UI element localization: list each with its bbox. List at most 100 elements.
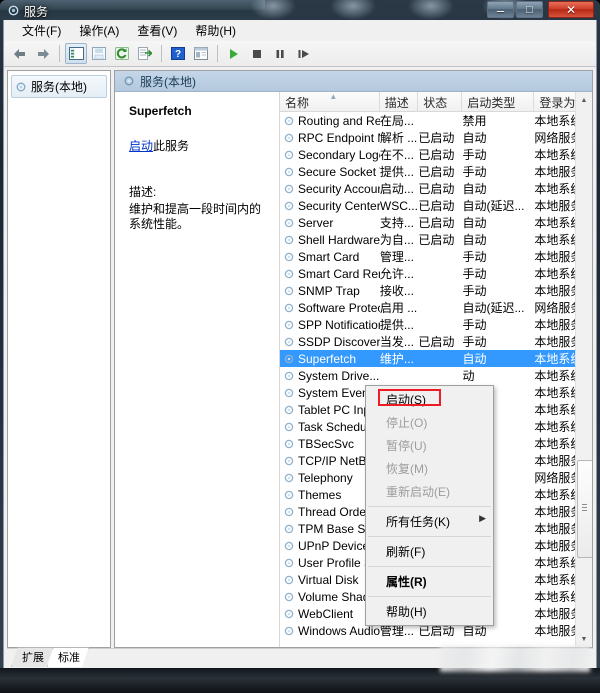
cell-startup: 手动 xyxy=(462,284,487,298)
cell-name: Shell Hardware ... xyxy=(280,233,380,247)
cell-desc: 解析 ... xyxy=(379,131,418,145)
vertical-scrollbar[interactable]: ▲ ▼ xyxy=(575,92,592,647)
scrollbar-grip-icon xyxy=(582,504,587,511)
service-gear-icon xyxy=(284,167,294,176)
start-service-icon[interactable] xyxy=(223,43,245,64)
export-list-icon[interactable] xyxy=(134,43,156,64)
table-row[interactable]: Security Account...启动...已启动自动本地系统 xyxy=(280,180,592,197)
table-row[interactable]: Routing and Re...在局...禁用本地系统 xyxy=(280,112,592,129)
cell-name: Smart Card xyxy=(280,250,380,264)
context-menu-label: 恢复(M) xyxy=(386,462,428,476)
column-header-desc[interactable]: 描述 xyxy=(380,92,419,111)
properties-icon[interactable] xyxy=(190,43,212,64)
table-row[interactable]: Software Protect...启用 ...自动(延迟...网络服务 xyxy=(280,299,592,316)
context-menu[interactable]: 启动(S) 停止(O) 暂停(U) 恢复(M) 重新启动(E) 所有任务(K) ▶ 刷新(F)… xyxy=(365,385,494,626)
scroll-up-button[interactable]: ▲ xyxy=(576,92,592,108)
scrollbar-thumb[interactable] xyxy=(577,460,592,558)
service-gear-icon xyxy=(284,269,294,278)
table-row[interactable]: Security Center WSC... 已启动 自动(延迟... 本地服务 xyxy=(280,197,592,214)
context-properties[interactable]: 属性(R) xyxy=(366,570,493,593)
maximize-icon: □ xyxy=(526,4,533,16)
table-row[interactable]: Secure Socket T...提供...已启动手动本地服务 xyxy=(280,163,592,180)
back-arrow-icon[interactable] xyxy=(9,43,31,64)
cell-startup: 自动 xyxy=(462,352,487,366)
menu-help[interactable]: 帮助(H) xyxy=(186,20,245,41)
context-menu-label: 所有任务(K) xyxy=(386,515,450,529)
context-menu-label: 重新启动(E) xyxy=(386,485,450,499)
service-name-label: System Drive... xyxy=(298,368,380,383)
context-start[interactable]: 启动(S) xyxy=(366,388,493,411)
help-icon[interactable]: ? xyxy=(167,43,189,64)
submenu-arrow-icon: ▶ xyxy=(479,513,486,523)
tree-item-label: 服务(本地) xyxy=(31,80,87,94)
split-container: 服务(本地) 服务(本地) Superfetch 启动此服务 描述: 维护和提高… xyxy=(4,67,596,669)
close-button[interactable]: ✕ xyxy=(548,1,594,18)
toolbar-separator xyxy=(217,45,218,62)
cell-desc: 提供... xyxy=(379,165,414,179)
cell-startup: 手动 xyxy=(462,335,487,349)
service-name-label: TBSecSvc xyxy=(298,436,355,451)
table-row[interactable]: SNMP Trap 接收... 手动 本地服务 xyxy=(280,282,592,299)
service-gear-icon xyxy=(284,388,294,397)
cell-state: 已启动 xyxy=(418,335,455,349)
cell-desc: 当发... xyxy=(379,335,414,349)
forward-arrow-icon[interactable] xyxy=(32,43,54,64)
service-gear-icon xyxy=(284,116,294,125)
table-row[interactable]: Superfetch 维护... 自动 本地系统 xyxy=(280,350,592,367)
table-row[interactable]: SPP Notification ...提供...手动本地服务 xyxy=(280,316,592,333)
table-row[interactable]: Smart Card Rem...允许...手动本地系统 xyxy=(280,265,592,282)
service-gear-icon xyxy=(284,558,294,567)
service-gear-icon xyxy=(284,303,294,312)
column-header-state[interactable]: 状态 xyxy=(418,92,463,111)
pause-service-icon[interactable] xyxy=(269,43,291,64)
service-gear-icon xyxy=(284,218,294,227)
menu-file[interactable]: 文件(F) xyxy=(13,20,70,41)
service-gear-icon xyxy=(284,439,294,448)
results-pane-title: 服务(本地) xyxy=(140,74,196,89)
stop-service-icon[interactable] xyxy=(246,43,268,64)
cell-state: 已启动 xyxy=(418,216,455,230)
refresh-icon[interactable] xyxy=(111,43,133,64)
service-name-label: Smart Card Rem... xyxy=(298,266,380,281)
tab-standard[interactable]: 标准 xyxy=(47,647,89,667)
table-row[interactable]: RPC Endpoint M...解析 ...已启动自动网络服务 xyxy=(280,129,592,146)
service-name-label: Shell Hardware ... xyxy=(298,232,380,247)
service-gear-icon xyxy=(284,133,294,142)
table-row[interactable]: Shell Hardware ...为自...已启动自动本地系统 xyxy=(280,231,592,248)
save-icon[interactable] xyxy=(88,43,110,64)
service-name-label: Server xyxy=(298,215,334,230)
table-row[interactable]: System Drive... 动本地系统 xyxy=(280,367,592,384)
service-name-label: Telephony xyxy=(298,470,353,485)
context-refresh[interactable]: 刷新(F) xyxy=(366,540,493,563)
start-service-link[interactable]: 启动 xyxy=(129,139,153,153)
menu-action[interactable]: 操作(A) xyxy=(70,20,128,41)
column-header-name[interactable]: 名称 ▲ xyxy=(280,92,380,111)
column-header-label: 启动类型 xyxy=(467,96,516,110)
title-bar: 服务 – □ ✕ xyxy=(0,0,600,20)
show-hide-tree-icon[interactable] xyxy=(65,43,87,64)
table-row[interactable]: Smart Card 管理... 手动 本地服务 xyxy=(280,248,592,265)
service-name-label: Routing and Re... xyxy=(298,113,380,128)
tab-extended[interactable]: 扩展 xyxy=(11,647,53,667)
scroll-down-button[interactable]: ▼ xyxy=(576,631,592,647)
service-gear-icon xyxy=(284,320,294,329)
tree-item-services-local[interactable]: 服务(本地) xyxy=(11,75,107,98)
maximize-button[interactable]: □ xyxy=(516,1,543,18)
cell-desc: 允许... xyxy=(379,267,414,281)
column-header-startup[interactable]: 启动类型 xyxy=(462,92,535,111)
minimize-button[interactable]: – xyxy=(487,1,514,18)
cell-name: Server xyxy=(280,216,380,230)
context-menu-separator xyxy=(368,506,491,507)
table-row[interactable]: Secondary Logon在不...已启动手动本地系统 xyxy=(280,146,592,163)
table-row[interactable]: Server 支持... 已启动 自动 本地系统 xyxy=(280,214,592,231)
context-all-tasks[interactable]: 所有任务(K) ▶ xyxy=(366,510,493,533)
cell-name: Secondary Logon xyxy=(280,148,380,162)
cell-name: Software Protect... xyxy=(280,301,380,315)
context-menu-label: 暂停(U) xyxy=(386,439,427,453)
cell-name: SPP Notification ... xyxy=(280,318,380,332)
context-help[interactable]: 帮助(H) xyxy=(366,600,493,623)
svg-text:?: ? xyxy=(175,49,181,60)
table-row[interactable]: SSDP Discovery 当发... 已启动 手动 本地服务 xyxy=(280,333,592,350)
menu-view[interactable]: 查看(V) xyxy=(128,20,186,41)
restart-service-icon[interactable] xyxy=(292,43,314,64)
